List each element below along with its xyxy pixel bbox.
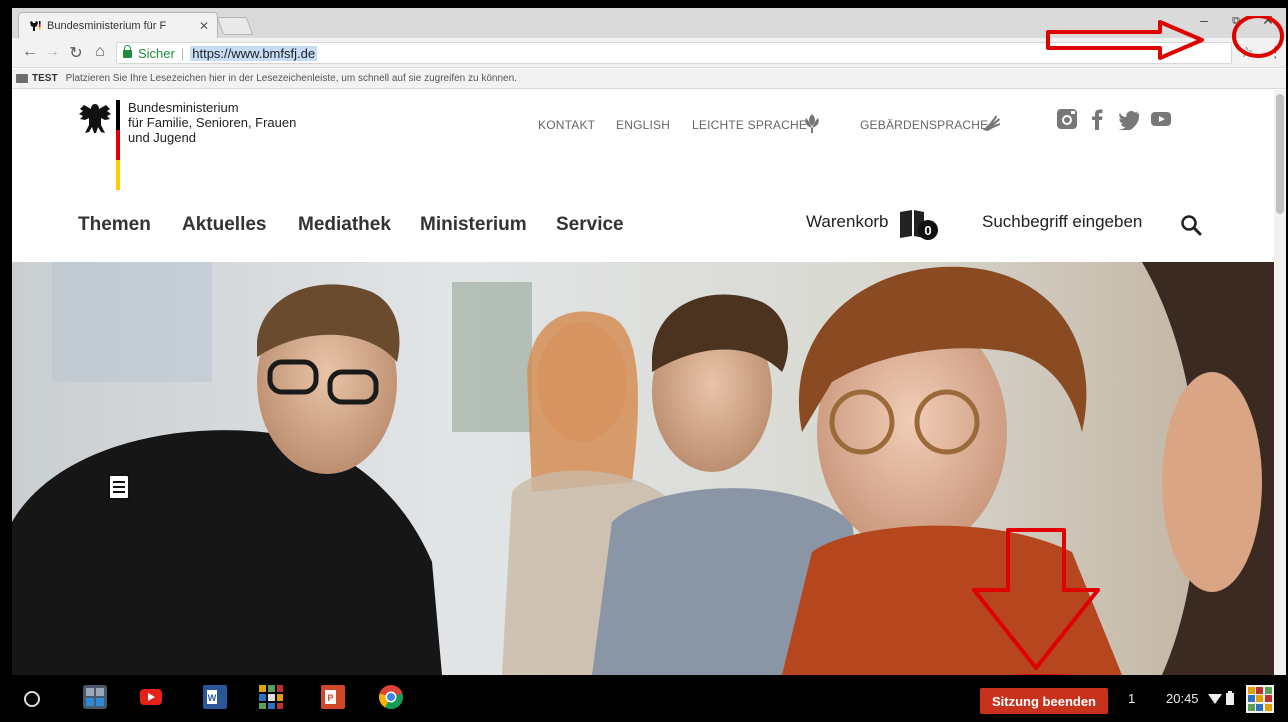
nav-aktuelles[interactable]: Aktuelles bbox=[182, 214, 266, 236]
browser-tab[interactable]: Bundesministerium für F ✕ bbox=[18, 12, 218, 38]
restore-icon[interactable]: ⧉ bbox=[1226, 15, 1246, 28]
book-cart-icon[interactable] bbox=[898, 208, 942, 242]
document-icon[interactable] bbox=[108, 474, 130, 500]
address-bar[interactable]: Sicher | https://www.bmfsfj.de bbox=[116, 42, 1232, 64]
topnav-gebaerdensprache[interactable]: GEBÄRDENSPRACHE bbox=[860, 118, 988, 132]
german-flag-bar bbox=[116, 100, 120, 190]
eagle-favicon-icon bbox=[27, 20, 41, 32]
browser-window: Bundesministerium für F ✕ – ⧉ ✕ ← → ↻ ⌂ … bbox=[12, 8, 1286, 675]
youtube-icon[interactable] bbox=[1150, 108, 1172, 130]
flag-red bbox=[116, 130, 120, 160]
reload-icon[interactable]: ↻ bbox=[66, 43, 86, 63]
new-tab-button[interactable] bbox=[216, 17, 254, 35]
screen-frame: Bundesministerium für F ✕ – ⧉ ✕ ← → ↻ ⌂ … bbox=[0, 0, 1288, 722]
home-icon[interactable]: ⌂ bbox=[90, 43, 110, 61]
menu-kebab-icon[interactable]: ⋮ bbox=[1268, 43, 1283, 61]
topnav-leichte-sprache[interactable]: LEICHTE SPRACHE bbox=[692, 118, 807, 132]
search-input[interactable]: Suchbegriff eingeben bbox=[982, 212, 1142, 232]
ministry-line-2: für Familie, Senioren, Frauen bbox=[128, 115, 297, 130]
chrome-icon[interactable] bbox=[378, 684, 404, 710]
app-grid-icon[interactable] bbox=[258, 684, 284, 710]
federal-eagle-icon[interactable] bbox=[78, 100, 112, 138]
leichte-sprache-icon[interactable] bbox=[802, 112, 822, 134]
close-window-icon[interactable]: ✕ bbox=[1258, 12, 1278, 29]
folder-icon bbox=[16, 74, 28, 83]
sign-language-hand-icon[interactable] bbox=[980, 112, 1002, 134]
url-text[interactable]: https://www.bmfsfj.de bbox=[190, 45, 318, 61]
minimize-icon[interactable]: – bbox=[1194, 12, 1214, 28]
page-scrollbar[interactable] bbox=[1274, 90, 1286, 675]
powerpoint-icon[interactable]: P bbox=[320, 684, 346, 710]
notification-count[interactable]: 1 bbox=[1128, 691, 1135, 706]
youtube-app-icon[interactable] bbox=[138, 684, 164, 710]
bookmark-folder-test[interactable]: TEST bbox=[32, 73, 58, 84]
search-icon[interactable] bbox=[1180, 214, 1202, 236]
bookmarks-bar: TEST Platzieren Sie Ihre Lesezeichen hie… bbox=[12, 69, 1286, 89]
wifi-icon[interactable] bbox=[1208, 693, 1222, 705]
tab-title: Bundesministerium für F bbox=[47, 19, 167, 32]
browser-toolbar: ← → ↻ ⌂ Sicher | https://www.bmfsfj.de ☆… bbox=[12, 38, 1286, 68]
launcher-icon[interactable] bbox=[24, 691, 40, 707]
web-page: Bundesministerium für Familie, Senioren,… bbox=[12, 90, 1274, 675]
flag-black bbox=[116, 100, 120, 130]
back-arrow-icon[interactable]: ← bbox=[20, 43, 40, 61]
os-taskbar: W P Sitzung beenden 1 20:45 bbox=[0, 675, 1288, 722]
hero-image bbox=[12, 262, 1274, 675]
clock[interactable]: 20:45 bbox=[1166, 691, 1199, 706]
nav-service[interactable]: Service bbox=[556, 214, 624, 236]
user-avatar-icon[interactable] bbox=[1246, 685, 1274, 713]
scrollbar-thumb[interactable] bbox=[1276, 94, 1284, 214]
word-icon[interactable]: W bbox=[202, 684, 228, 710]
cart-label[interactable]: Warenkorb bbox=[806, 212, 889, 232]
nav-ministerium[interactable]: Ministerium bbox=[420, 214, 527, 236]
flag-gold bbox=[116, 160, 120, 190]
bookmarks-hint: Platzieren Sie Ihre Lesezeichen hier in … bbox=[65, 73, 517, 84]
topnav-english[interactable]: ENGLISH bbox=[616, 118, 670, 132]
tab-strip: Bundesministerium für F ✕ – ⧉ ✕ bbox=[12, 8, 1286, 38]
svg-text:P: P bbox=[327, 693, 333, 703]
topnav-kontakt[interactable]: KONTAKT bbox=[538, 118, 595, 132]
tab-close-icon[interactable]: ✕ bbox=[199, 19, 209, 33]
calculator-icon[interactable] bbox=[82, 684, 108, 710]
cart-count: 0 bbox=[924, 223, 932, 238]
battery-icon[interactable] bbox=[1226, 691, 1234, 705]
facebook-icon[interactable] bbox=[1086, 108, 1108, 130]
omnibox-separator: | bbox=[180, 45, 185, 61]
forward-arrow-icon[interactable]: → bbox=[42, 43, 62, 61]
svg-text:W: W bbox=[208, 693, 217, 703]
secure-label: Sicher bbox=[138, 45, 175, 61]
instagram-icon[interactable] bbox=[1056, 108, 1078, 130]
ministry-line-3: und Jugend bbox=[128, 130, 196, 145]
end-session-button[interactable]: Sitzung beenden bbox=[980, 688, 1108, 714]
lock-icon bbox=[123, 45, 132, 58]
nav-themen[interactable]: Themen bbox=[78, 214, 151, 236]
twitter-icon[interactable] bbox=[1118, 108, 1140, 130]
ministry-line-1: Bundesministerium bbox=[128, 100, 239, 115]
bookmark-star-icon[interactable]: ☆ bbox=[1240, 43, 1253, 61]
nav-mediathek[interactable]: Mediathek bbox=[298, 214, 391, 236]
ministry-name[interactable]: Bundesministerium für Familie, Senioren,… bbox=[128, 100, 296, 145]
